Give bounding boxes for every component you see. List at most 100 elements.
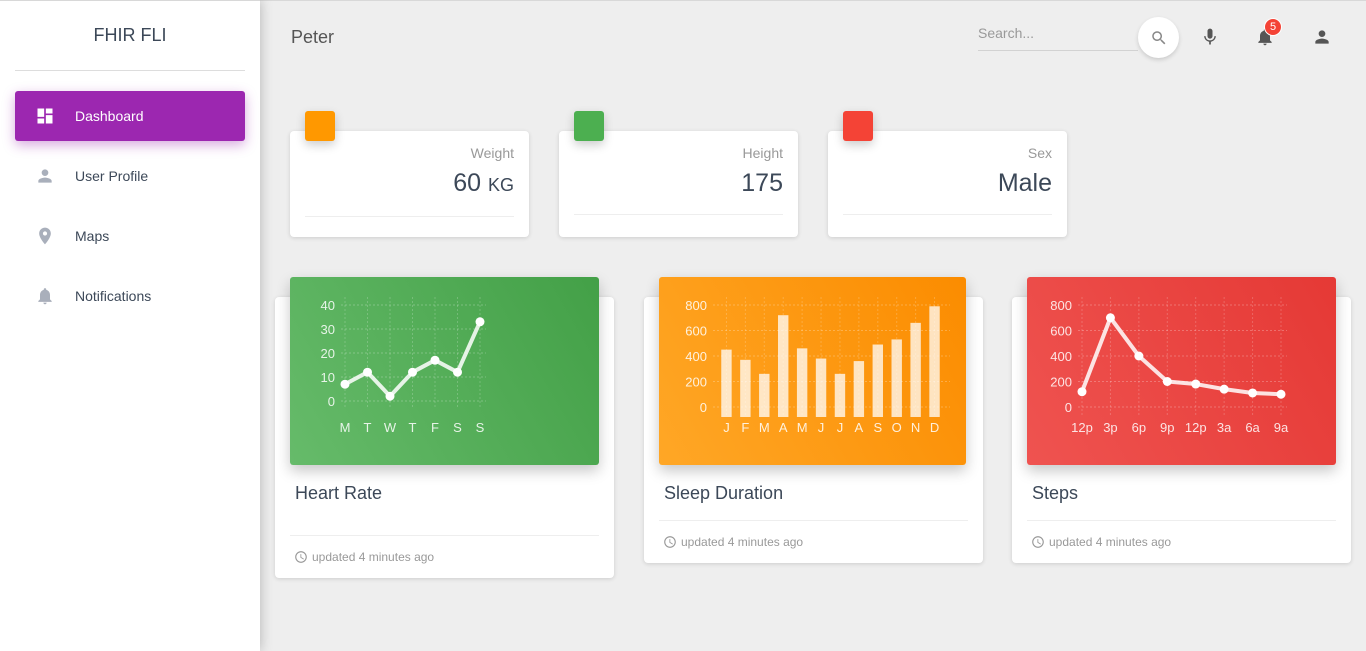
- microphone-button[interactable]: [1198, 25, 1222, 49]
- stat-card-weight: Weight 60 KG: [290, 111, 529, 237]
- x-tick-label: N: [911, 420, 920, 435]
- chart-title: Heart Rate: [295, 483, 383, 503]
- stat-value: Male: [997, 169, 1052, 197]
- notification-badge: 5: [1264, 18, 1282, 36]
- y-tick-label: 200: [1050, 375, 1072, 390]
- y-tick-label: 0: [328, 394, 335, 409]
- sidebar: FHIR FLI Dashboard User Profile Maps Not…: [0, 0, 260, 651]
- x-tick-label: T: [409, 420, 417, 435]
- data-point: [1105, 313, 1115, 323]
- y-tick-label: 400: [1050, 349, 1072, 364]
- chart-footer: updated 4 minutes ago: [290, 535, 599, 564]
- stat-card-sex: Sex Male: [828, 111, 1067, 237]
- y-tick-label: 30: [321, 322, 335, 337]
- x-tick-label: M: [797, 420, 808, 435]
- chart-updated-text: updated 4 minutes ago: [312, 550, 435, 564]
- data-point: [340, 379, 350, 389]
- x-tick-label: T: [364, 420, 372, 435]
- search-button[interactable]: [1138, 17, 1179, 58]
- chart-card-steps: 800 600 400 200 0 12p 3p 6p 9p 12p 3a 6a 9a Steps up…: [1012, 277, 1351, 563]
- y-tick-label: 400: [685, 349, 707, 364]
- chart-title: Sleep Duration: [664, 483, 784, 503]
- stat-value: 60 KG: [453, 169, 514, 198]
- sidebar-item-dashboard[interactable]: Dashboard: [15, 91, 245, 141]
- stat-category: Weight: [470, 145, 514, 161]
- search-input[interactable]: [978, 17, 1138, 51]
- y-tick-label: 800: [1050, 298, 1072, 313]
- data-point: [1077, 387, 1087, 397]
- stat-divider: [305, 216, 514, 217]
- stat-icon-square: [843, 111, 873, 141]
- chart-header: 800 600 400 200 0 J F M A M J J A S O N D: [659, 277, 966, 465]
- sidebar-item-notifications[interactable]: Notifications: [15, 271, 245, 321]
- chart-header: 40 30 20 10 0 M T W T F S S: [290, 277, 599, 465]
- bell-icon: [35, 286, 55, 306]
- x-tick-label: 6a: [1245, 420, 1260, 435]
- bar: [796, 348, 808, 417]
- app-logo[interactable]: FHIR FLI: [15, 1, 245, 71]
- x-tick-label: S: [476, 420, 485, 435]
- data-point: [1219, 384, 1229, 394]
- x-tick-label: J: [837, 420, 844, 435]
- location-icon: [35, 226, 55, 246]
- x-tick-label: J: [723, 420, 730, 435]
- sidebar-item-maps[interactable]: Maps: [15, 211, 245, 261]
- data-point: [408, 367, 417, 377]
- microphone-icon: [1204, 28, 1216, 45]
- person-icon: [1315, 30, 1329, 44]
- y-tick-label: 200: [685, 375, 707, 390]
- person-icon: [35, 166, 55, 186]
- y-tick-label: 600: [685, 324, 707, 339]
- top-navbar: Peter 5: [260, 0, 1366, 72]
- chart-updated-text: updated 4 minutes ago: [1049, 535, 1172, 549]
- account-button[interactable]: [1310, 25, 1334, 49]
- sidebar-item-user-profile[interactable]: User Profile: [15, 151, 245, 201]
- data-point: [385, 391, 395, 401]
- y-tick-label: 600: [1050, 324, 1072, 339]
- stat-icon-square: [574, 111, 604, 141]
- y-tick-label: 40: [321, 298, 335, 313]
- bar: [740, 359, 751, 417]
- data-point: [430, 355, 440, 365]
- page-title[interactable]: Peter: [291, 27, 334, 48]
- bar: [759, 373, 770, 417]
- x-tick-label: O: [892, 420, 902, 435]
- x-tick-label: F: [431, 420, 439, 435]
- chart-footer: updated 4 minutes ago: [659, 520, 968, 549]
- y-tick-label: 20: [321, 346, 335, 361]
- sidebar-item-label: User Profile: [75, 168, 149, 184]
- chart-card-sleep-duration: 800 600 400 200 0 J F M A M J J A S O N D Sleep Duration…: [644, 277, 983, 563]
- search-icon: [1151, 30, 1165, 44]
- y-tick-label: 0: [700, 400, 707, 415]
- data-point: [475, 317, 485, 327]
- clock-icon: [664, 536, 676, 548]
- bar: [929, 306, 940, 417]
- bar: [910, 322, 921, 417]
- bar: [815, 358, 827, 417]
- chart-updated-text: updated 4 minutes ago: [681, 535, 804, 549]
- chart-header: 800 600 400 200 0 12p 3p 6p 9p 12p 3a 6a 9a: [1027, 277, 1336, 465]
- stat-icon-square: [305, 111, 335, 141]
- chart-footer: updated 4 minutes ago: [1027, 520, 1336, 549]
- x-tick-label: W: [384, 420, 397, 435]
- x-tick-label: 3a: [1217, 420, 1232, 435]
- sleep-duration-chart: 8006004002000J F M A M J J A S O N D: [685, 297, 950, 435]
- data-point: [1276, 389, 1286, 399]
- x-tick-label: 3p: [1103, 420, 1117, 435]
- data-point: [1162, 377, 1172, 386]
- stat-divider: [574, 214, 783, 215]
- stat-number: 60: [453, 169, 482, 197]
- y-tick-label: 10: [321, 370, 335, 385]
- x-tick-label: 9a: [1274, 420, 1289, 435]
- x-tick-label: F: [741, 420, 749, 435]
- x-tick-label: S: [453, 420, 462, 435]
- chart-card-heart-rate: 40 30 20 10 0 M T W T F S S Heart Rate updated 4 mi…: [275, 277, 614, 578]
- data-point: [1191, 379, 1201, 389]
- data-point: [1248, 388, 1258, 398]
- x-tick-label: S: [873, 420, 882, 435]
- stat-divider: [843, 214, 1052, 215]
- data-point: [363, 367, 372, 377]
- sidebar-item-label: Notifications: [75, 288, 152, 304]
- x-tick-label: D: [930, 420, 939, 435]
- x-tick-label: M: [759, 420, 770, 435]
